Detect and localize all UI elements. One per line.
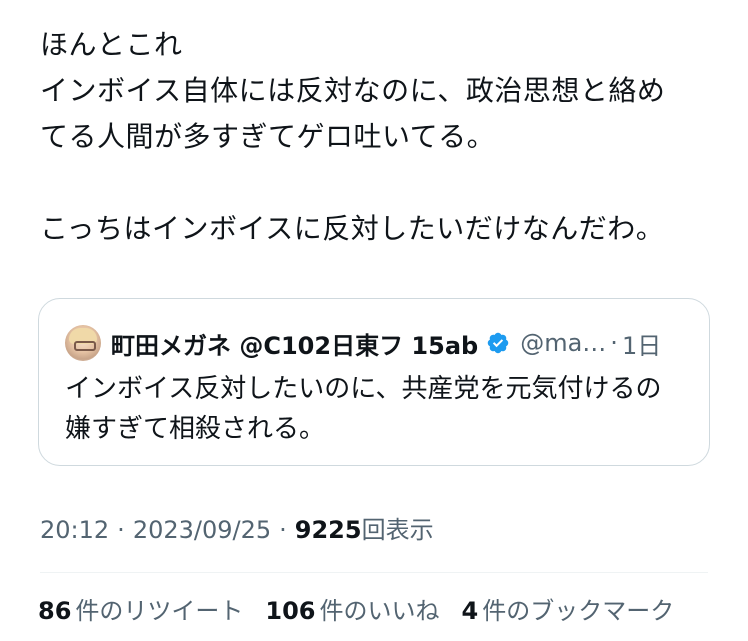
quoted-tweet-header: 町田メガネ @C102日東フ 15ab @ma… · 1日: [65, 323, 661, 363]
bookmarks-stat[interactable]: 4 件のブックマーク: [462, 591, 675, 626]
retweets-stat[interactable]: 86 件のリツイート: [38, 591, 243, 626]
divider: [40, 572, 708, 573]
tweet-stats: 86 件のリツイート 106 件のいいね 4 件のブックマーク: [38, 591, 674, 626]
tweet-time[interactable]: 20:12: [40, 516, 109, 544]
views-count: 9225: [294, 516, 362, 544]
quoted-tweet-time[interactable]: 1日: [622, 326, 661, 361]
bookmarks-label: 件のブックマーク: [482, 597, 675, 625]
retweets-label: 件のリツイート: [75, 597, 244, 625]
tweet-text: ほんとこれ インボイス自体には反対なのに、政治思想と絡め てる人間が多すぎてゲロ…: [40, 22, 730, 252]
retweets-count: 86: [38, 597, 72, 625]
tweet-date[interactable]: 2023/09/25: [133, 516, 271, 544]
quoted-user-avatar[interactable]: [65, 325, 101, 361]
quoted-tweet-text: インボイス反対したいのに、共産党を元気付けるの 嫌すぎて相殺される。: [65, 369, 661, 449]
tweet-text-line: ほんとこれ: [40, 28, 183, 61]
tweet-text-line: インボイス自体には反対なのに、政治思想と絡め: [40, 74, 666, 107]
verified-badge-icon: [487, 332, 509, 354]
views-label: 回表示: [361, 516, 434, 544]
separator-dot: ·: [279, 516, 287, 544]
quoted-user-name[interactable]: 町田メガネ @C102日東フ 15ab: [111, 326, 478, 361]
quoted-text-line: 嫌すぎて相殺される。: [65, 414, 326, 444]
bookmarks-count: 4: [461, 597, 479, 625]
likes-label: 件のいいね: [319, 597, 440, 625]
tweet-text-line: こっちはインボイスに反対したいだけなんだわ。: [40, 212, 665, 245]
tweet-meta: 20:12 · 2023/09/25 · 9225回表示: [40, 510, 434, 545]
likes-count: 106: [265, 597, 316, 625]
quoted-tweet-card[interactable]: 町田メガネ @C102日東フ 15ab @ma… · 1日 インボイス反対したい…: [38, 298, 710, 466]
separator-dot: ·: [610, 329, 618, 357]
tweet-text-line: てる人間が多すぎてゲロ吐いてる。: [40, 120, 496, 153]
separator-dot: ·: [117, 516, 125, 544]
likes-stat[interactable]: 106 件のいいね: [265, 591, 439, 626]
quoted-user-handle[interactable]: @ma…: [520, 329, 606, 357]
quoted-text-line: インボイス反対したいのに、共産党を元気付けるの: [65, 374, 662, 404]
